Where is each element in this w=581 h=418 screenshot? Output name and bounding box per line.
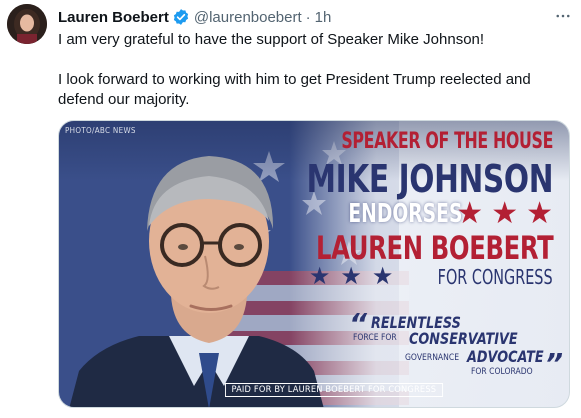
headline-lauren-boebert: LAUREN BOEBERT: [315, 229, 554, 267]
star-icon: ★: [340, 263, 362, 290]
headline-mike-johnson: MIKE JOHNSON: [306, 157, 553, 201]
timestamp[interactable]: 1h: [315, 9, 332, 26]
avatar-image: [7, 4, 47, 44]
tweet-text-paragraph-1: I am very grateful to have the support o…: [58, 31, 485, 48]
quote-block: “ RELENTLESS FORCE FOR CONSERVATIVE GOVE…: [349, 307, 569, 383]
quote-close-icon: ”: [545, 347, 564, 380]
author-name[interactable]: Lauren Boebert: [58, 9, 169, 26]
tweet-text: I am very grateful to have the support o…: [58, 30, 563, 110]
tweet-text-paragraph-2: I look forward to working with him to ge…: [58, 71, 531, 108]
verified-badge-icon[interactable]: [172, 8, 190, 26]
quote-conservative: CONSERVATIVE: [409, 329, 518, 348]
headline-congress-row: ★ ★ ★ FOR CONGRESS: [308, 263, 553, 290]
quote-for-colorado: FOR COLORADO: [471, 367, 533, 377]
quote-force-for: FORCE FOR: [353, 333, 397, 343]
avatar[interactable]: [7, 4, 47, 44]
headline-endorses-row: ENDORSES ★ ★ ★: [304, 197, 553, 230]
star-icon: ★: [308, 263, 331, 290]
more-options-icon[interactable]: [553, 6, 573, 26]
headline-speaker: SPEAKER OF THE HOUSE: [341, 129, 553, 154]
author-handle[interactable]: @laurenboebert: [194, 9, 302, 26]
star-icon: ★: [526, 197, 553, 230]
tweet-header: Lauren Boebert @laurenboebert · 1h: [58, 7, 573, 27]
paid-for-disclaimer: PAID FOR BY LAUREN BOEBERT FOR CONGRESS: [225, 383, 443, 397]
headline-endorses: ENDORSES: [348, 199, 463, 229]
separator-dot: ·: [305, 8, 311, 26]
quote-advocate: ADVOCATE: [467, 347, 544, 366]
star-icon: ★: [371, 263, 394, 290]
photo-credit: PHOTO/ABC NEWS: [65, 126, 136, 135]
tweet-media-image[interactable]: PHOTO/ABC NEWS SPEAKER OF THE HOUSE MIKE…: [58, 120, 570, 408]
quote-governance: GOVERNANCE: [405, 353, 460, 363]
star-icon: ★: [491, 197, 519, 230]
headline-for-congress: FOR CONGRESS: [438, 265, 553, 289]
